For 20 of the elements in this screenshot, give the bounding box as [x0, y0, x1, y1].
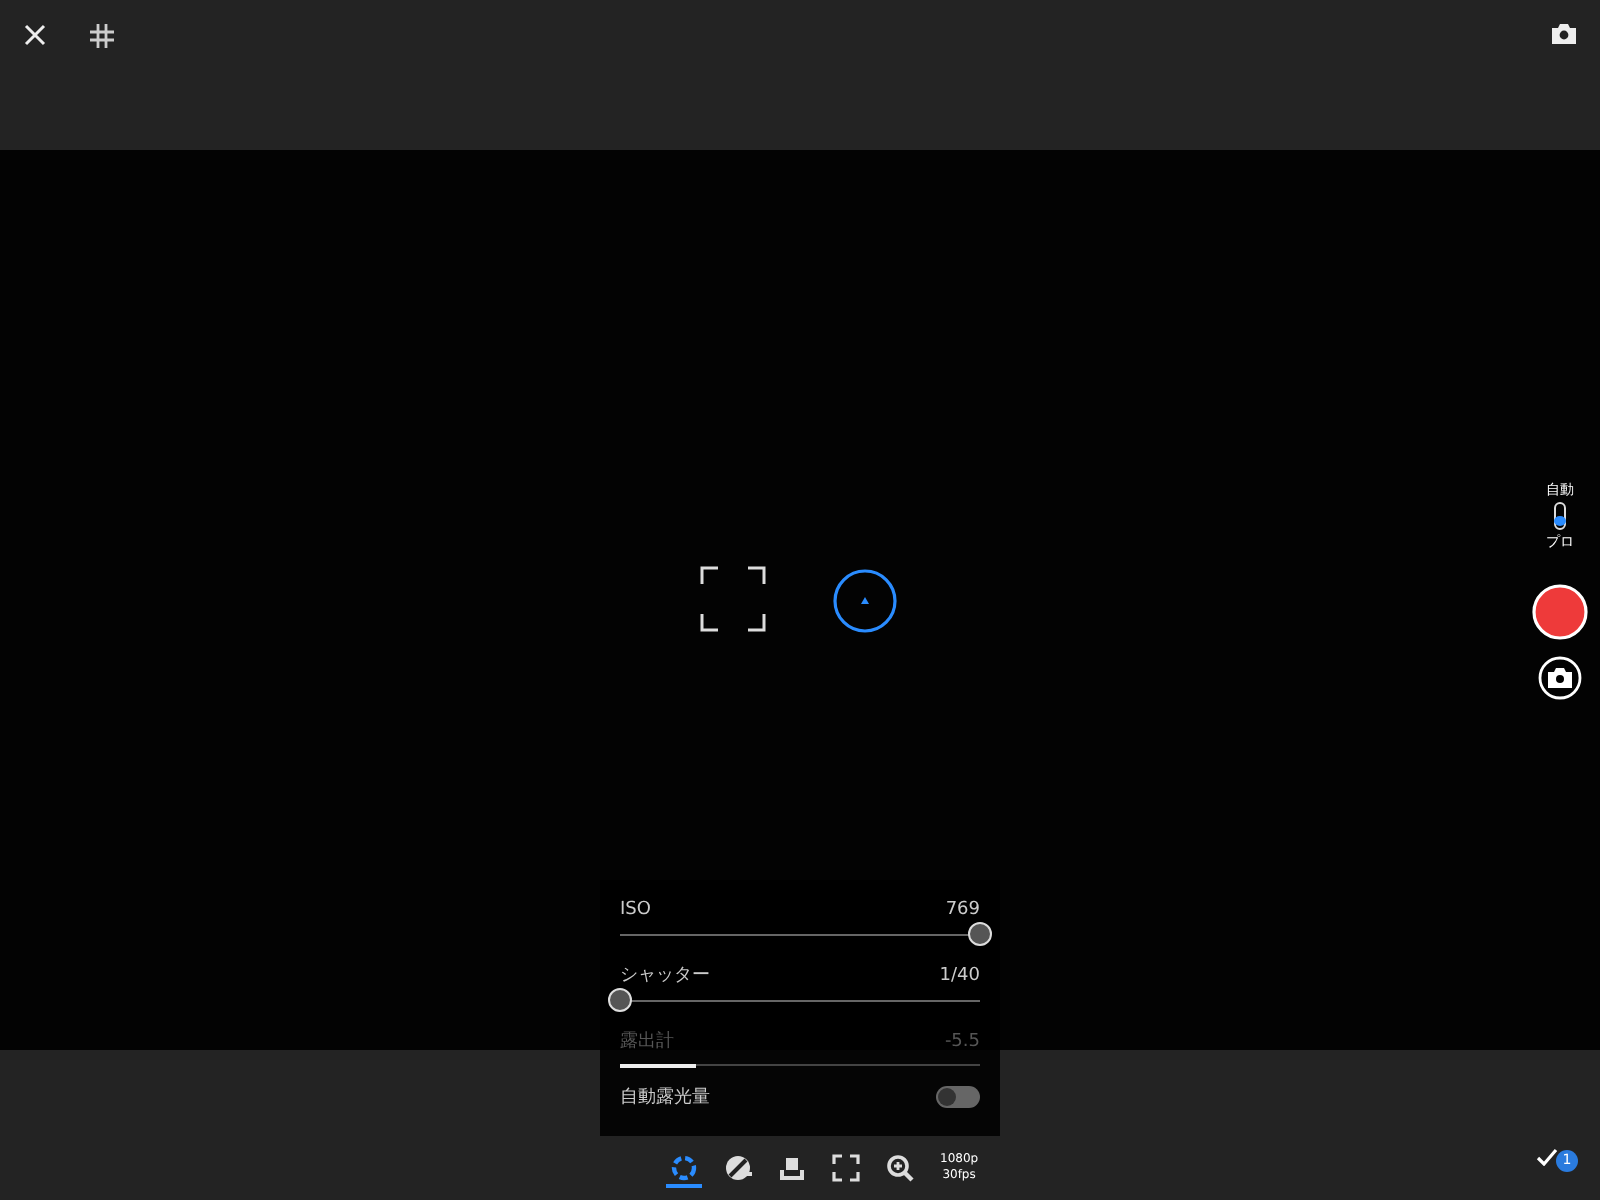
camera-icon[interactable]	[1538, 656, 1582, 700]
slider-label: ISO	[620, 898, 651, 922]
slider-thumb[interactable]	[608, 988, 632, 1012]
slider-thumb[interactable]	[968, 922, 992, 946]
toggle-label: 自動露光量	[620, 1085, 710, 1109]
check-icon[interactable]	[1536, 1148, 1558, 1166]
toggle-switch[interactable]	[936, 1085, 980, 1107]
slider-value: 1/40	[939, 964, 980, 988]
close-icon[interactable]	[24, 24, 46, 46]
slider-value: -5.5	[944, 1030, 980, 1054]
focus-frame-icon	[700, 566, 766, 632]
frame-tab[interactable]	[828, 1148, 864, 1188]
camera-icon[interactable]	[1552, 24, 1576, 44]
grid-icon[interactable]	[90, 24, 114, 48]
slider-label: シャッター	[620, 964, 710, 988]
exposure-point-icon[interactable]	[832, 568, 898, 634]
record-button[interactable]	[1532, 584, 1588, 640]
meter-label: 露出計	[620, 1030, 674, 1054]
mode-switch[interactable]	[1554, 502, 1566, 530]
slider-value: 769	[945, 898, 980, 922]
